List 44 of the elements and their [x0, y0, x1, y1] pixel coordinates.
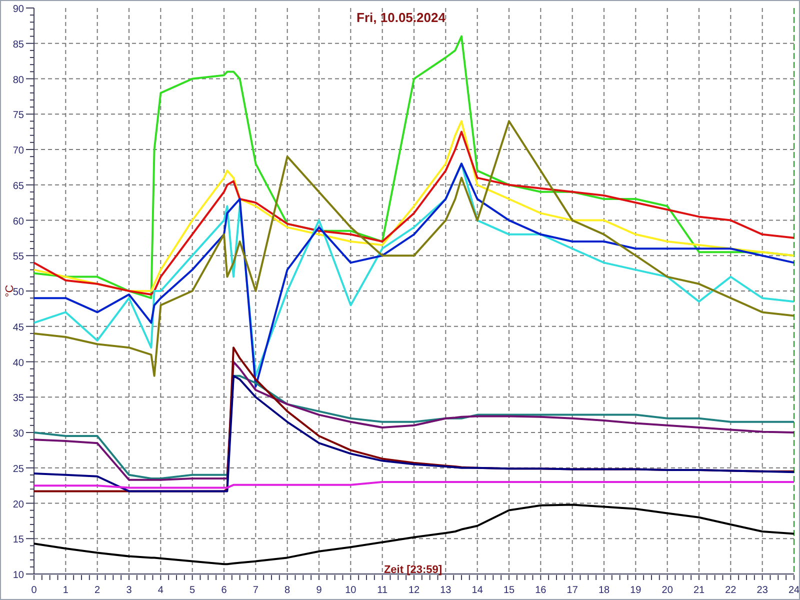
y-tick-label: 80: [12, 74, 24, 86]
x-tick-label: 24: [788, 585, 799, 596]
x-tick-label: 9: [316, 585, 322, 596]
x-tick-label: 14: [472, 585, 483, 596]
x-tick-label: 8: [284, 585, 290, 596]
x-tick-label: 22: [725, 585, 736, 596]
x-tick-label: 11: [377, 585, 388, 596]
x-tick-label: 7: [252, 585, 258, 596]
x-tick-label: 16: [535, 585, 546, 596]
y-tick-label: 45: [12, 322, 24, 334]
x-tick-label: 19: [630, 585, 642, 596]
x-tick-label: 13: [440, 585, 452, 596]
chart-title: Fri, 10.05.2024: [356, 10, 446, 25]
y-tick-label: 65: [12, 180, 24, 192]
y-tick-label: 40: [12, 358, 24, 369]
y-tick-label: 35: [12, 393, 24, 404]
y-tick-label: 75: [12, 110, 24, 122]
y-tick-label: 25: [12, 464, 24, 475]
x-tick-label: 0: [31, 585, 37, 596]
x-tick-label: 20: [662, 585, 673, 596]
x-tick-label: 4: [158, 585, 164, 596]
y-tick-label: 70: [12, 146, 24, 156]
x-tick-label: 5: [190, 585, 196, 596]
x-axis-title: Zeit [23:59]: [384, 564, 442, 576]
y-tick-label: 90: [12, 4, 24, 15]
x-tick-label: 2: [94, 585, 100, 596]
x-tick-label: 12: [408, 585, 420, 596]
y-tick-label: 30: [12, 428, 24, 440]
x-tick-label: 23: [756, 585, 768, 596]
x-tick-label: 6: [221, 585, 227, 596]
x-tick-label: 15: [503, 585, 515, 596]
x-tick-label: 18: [598, 585, 610, 596]
y-tick-label: 85: [12, 39, 24, 50]
y-tick-label: 15: [12, 534, 24, 546]
y-tick-label: 10: [12, 570, 24, 581]
y-tick-label: 60: [12, 216, 24, 228]
x-tick-label: 3: [126, 585, 132, 596]
x-tick-label: 1: [62, 585, 68, 596]
y-tick-label: 50: [12, 287, 24, 298]
x-tick-label: 10: [345, 585, 356, 596]
y-tick-label: 55: [12, 252, 24, 263]
x-tick-label: 21: [693, 585, 705, 596]
y-tick-label: 20: [12, 499, 24, 510]
x-tick-label: 17: [566, 585, 578, 596]
